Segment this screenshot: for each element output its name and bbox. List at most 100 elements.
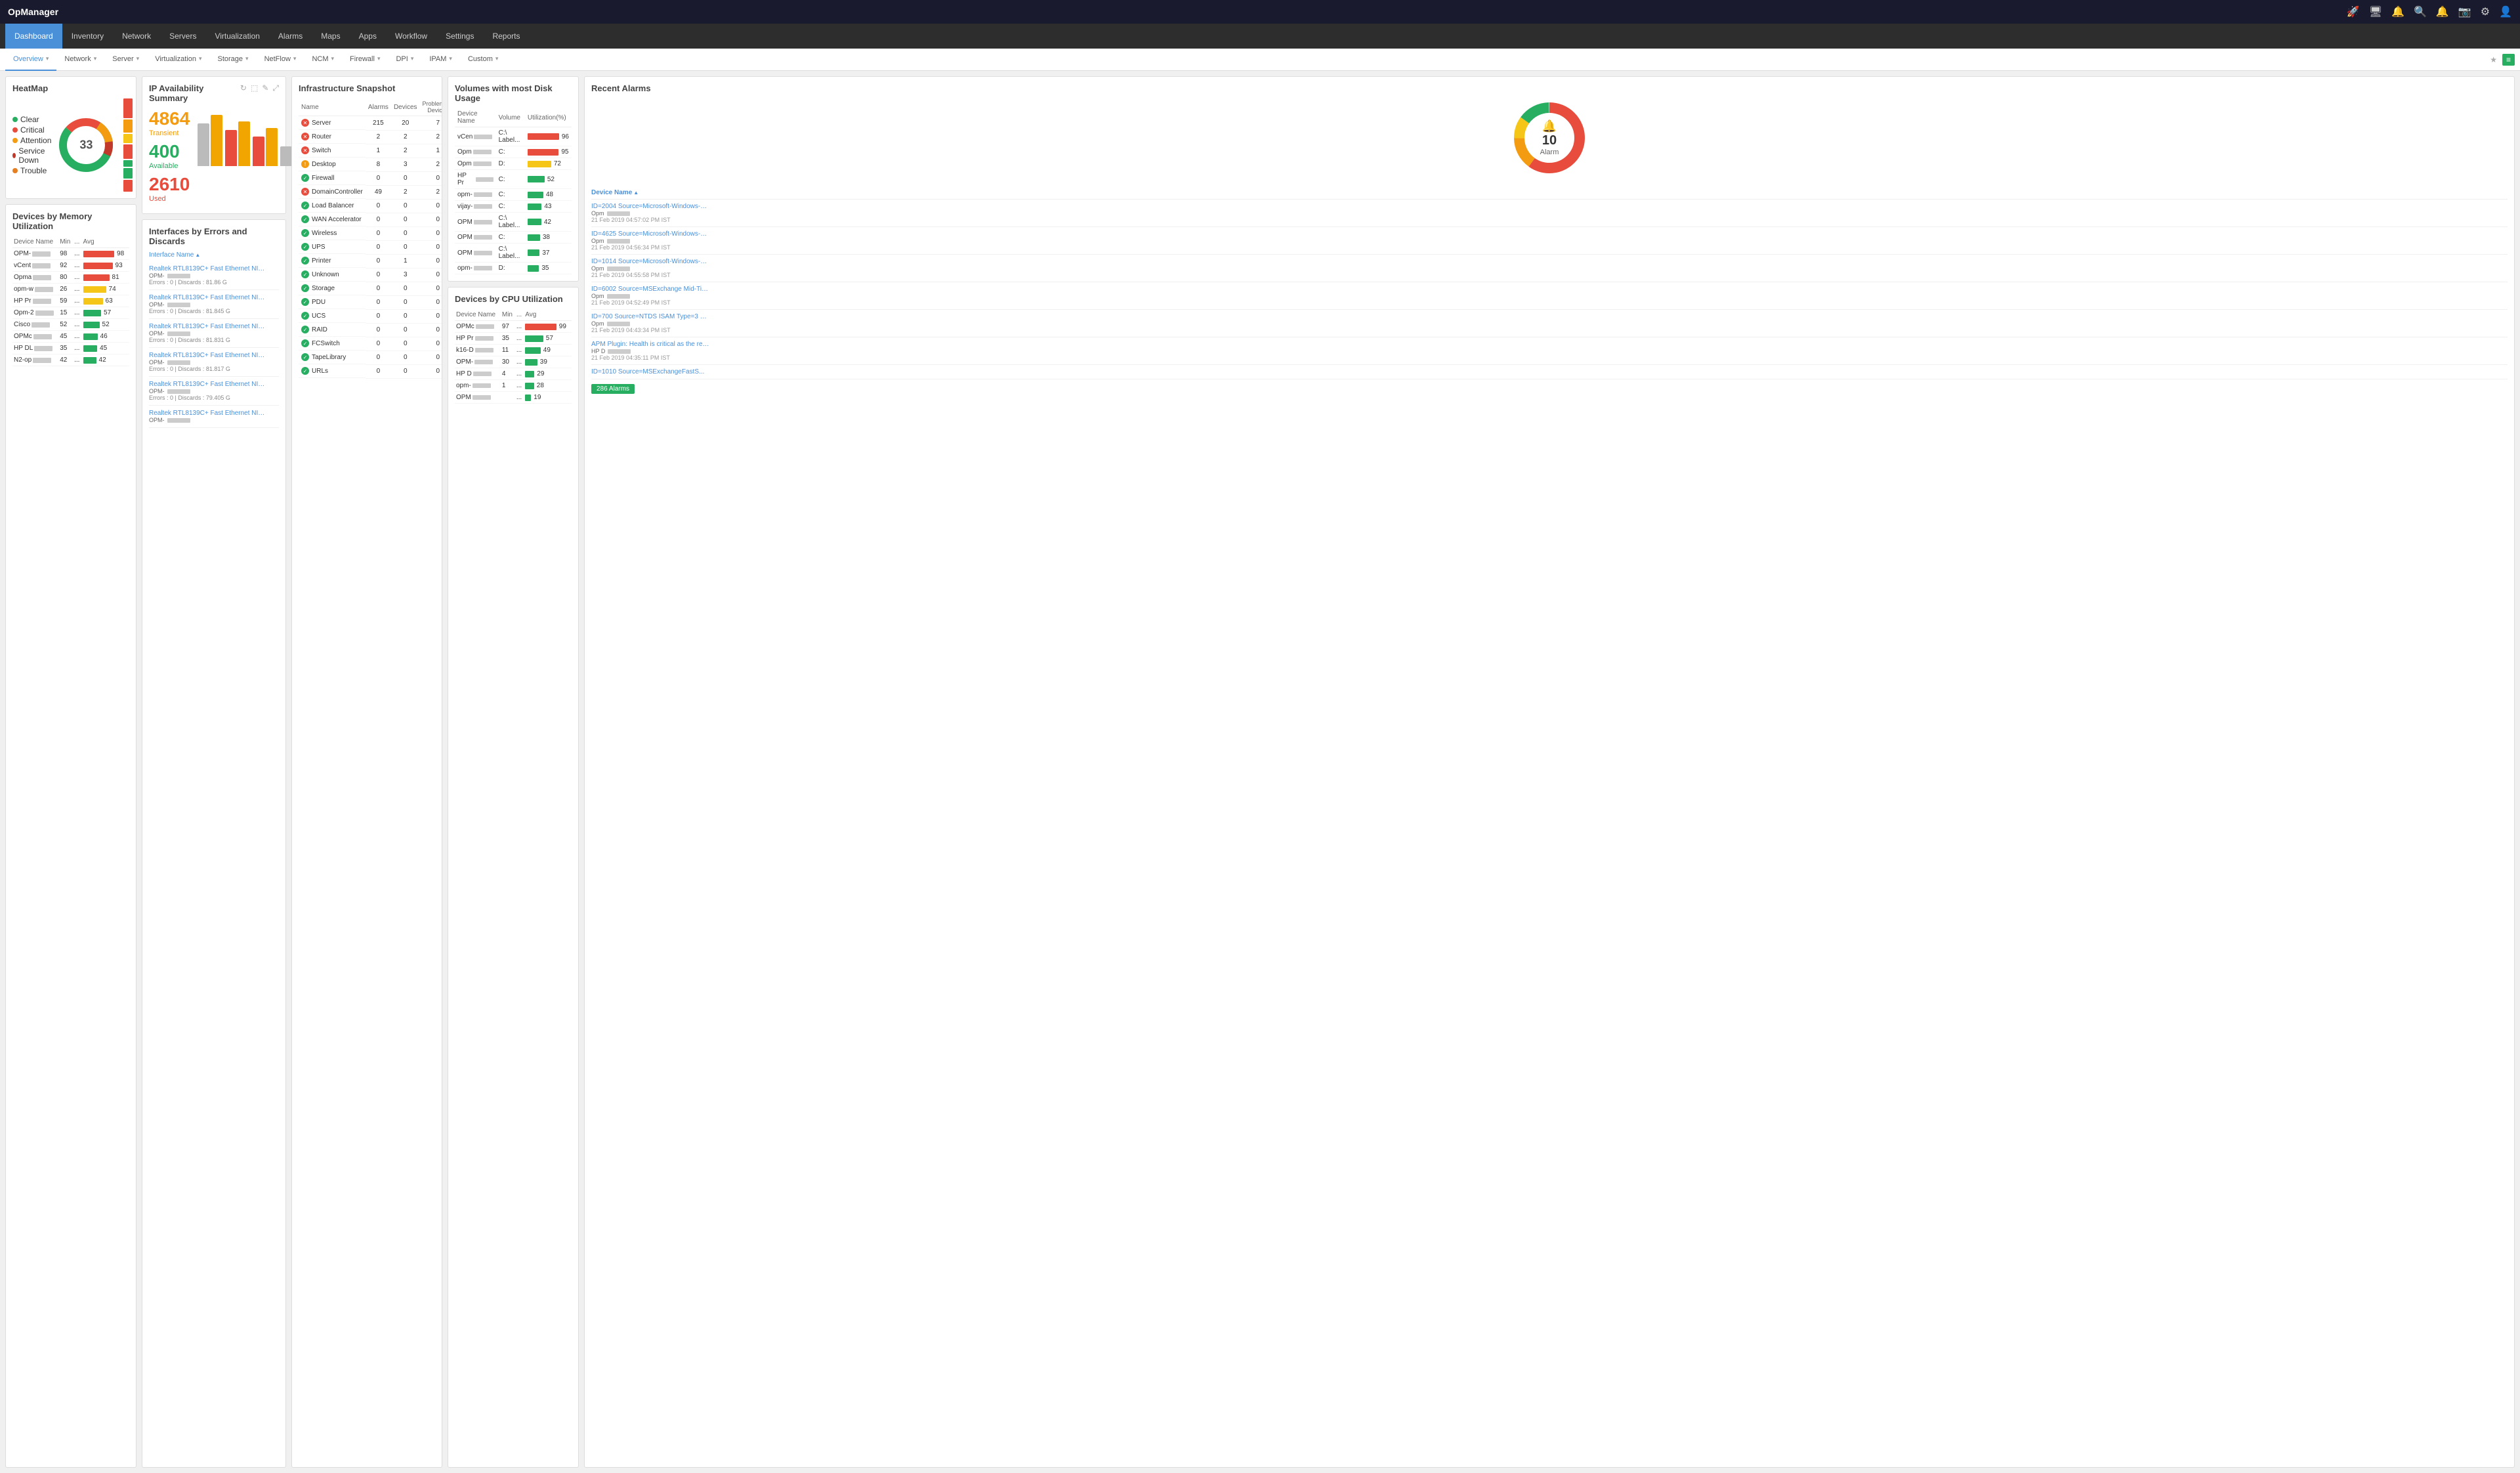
alarms-badge[interactable]: 286 Alarms — [591, 384, 635, 394]
infra-devices: 0 — [391, 337, 420, 351]
rocket-icon[interactable]: 🚀 — [2347, 5, 2360, 18]
gear-icon[interactable]: ⚙ — [2481, 5, 2490, 18]
interface-device-text: OPM- — [149, 417, 165, 423]
alarm-icon[interactable]: 🔔 — [2436, 5, 2449, 18]
alarm-title[interactable]: APM Plugin: Health is critical as the re… — [591, 341, 709, 348]
table-row: ✕ Server 215 20 7 — [299, 116, 442, 131]
infra-devices: 0 — [391, 171, 420, 185]
subnav-netflow[interactable]: NetFlow ▾ — [257, 49, 304, 71]
infra-name: URLs — [312, 368, 328, 375]
heatmap-legend: Clear Critical Attention Service Down — [12, 115, 51, 175]
infra-alarms: 0 — [366, 351, 391, 364]
ip-bar-group-2 — [225, 121, 250, 166]
subnav-overview[interactable]: Overview ▾ — [5, 49, 56, 71]
interface-name[interactable]: Realtek RTL8139C+ Fast Ethernet NIC #4-E… — [149, 410, 267, 417]
refresh-icon[interactable]: ↻ — [240, 83, 247, 93]
interface-name[interactable]: Realtek RTL8139C+ Fast Ethernet NIC #3-E… — [149, 381, 267, 388]
device-name-cell: opm-w — [12, 284, 58, 295]
blurred-vol-device — [473, 150, 492, 154]
nav-item-inventory[interactable]: Inventory — [62, 24, 113, 49]
util-bar — [528, 249, 540, 256]
copy-icon[interactable]: ⬚ — [251, 83, 258, 93]
user-icon[interactable]: 👤 — [2499, 5, 2512, 18]
avg-bar — [83, 310, 102, 316]
infra-name: UCS — [312, 312, 326, 320]
cpu-device-text: HP Pr — [456, 335, 474, 342]
alarm-title[interactable]: ID=6002 Source=MSExchange Mid-Tier Stora… — [591, 286, 709, 293]
subnav-ipam[interactable]: IPAM ▾ — [421, 49, 460, 71]
infra-name-cell: ✓ Unknown — [299, 268, 366, 282]
notification-icon[interactable]: 🔔 — [2391, 5, 2404, 18]
subnav-custom[interactable]: Custom ▾ — [460, 49, 506, 71]
infra-alarms: 0 — [366, 364, 391, 378]
status-icon: ✕ — [301, 133, 309, 140]
subnav-firewall[interactable]: Firewall ▾ — [342, 49, 388, 71]
blurred-vol-device — [474, 235, 492, 240]
subnav-server[interactable]: Server ▾ — [104, 49, 147, 71]
subnav-dpi[interactable]: DPI ▾ — [388, 49, 421, 71]
alarm-title[interactable]: ID=4625 Source=Microsoft-Windows-Securit… — [591, 230, 709, 238]
alarm-donut-container: 🔔 10 Alarm — [591, 98, 2508, 184]
nav-item-maps[interactable]: Maps — [312, 24, 349, 49]
heatmap-donut[interactable]: 33 — [56, 116, 116, 175]
subnav-virtualization[interactable]: Virtualization ▾ — [147, 49, 209, 71]
cpu-avg-bar — [525, 383, 534, 389]
fullscreen-icon[interactable]: ⤢ — [272, 83, 279, 93]
ip-bar — [198, 123, 209, 166]
nav-item-reports[interactable]: Reports — [483, 24, 529, 49]
interface-name[interactable]: Realtek RTL8139C+ Fast Ethernet NIC #3-W… — [149, 352, 267, 359]
search-icon[interactable]: 🔍 — [2414, 5, 2427, 18]
ip-available-stat: 400 Available — [149, 141, 190, 170]
interfaces-widget: Interfaces by Errors and Discards Interf… — [142, 219, 286, 1468]
camera-icon[interactable]: 📷 — [2458, 5, 2471, 18]
interface-name[interactable]: Realtek RTL8139C+ Fast Ethernet NIC #3-N… — [149, 265, 267, 272]
legend-trouble: Trouble — [12, 166, 51, 175]
nav-item-virtualization[interactable]: Virtualization — [205, 24, 268, 49]
status-icon: ✓ — [301, 229, 309, 237]
nav-item-dashboard[interactable]: Dashboard — [5, 24, 62, 49]
min-cell: 92 — [58, 260, 73, 272]
ip-transient-number: 4864 — [149, 108, 190, 129]
subnav-ncm[interactable]: NCM ▾ — [304, 49, 342, 71]
interface-item: Realtek RTL8139C+ Fast Ethernet NIC #3-N… — [149, 261, 279, 290]
subnav-network[interactable]: Network ▾ — [56, 49, 104, 71]
interface-name[interactable]: Realtek RTL8139C+ Fast Ethernet NIC #3-W… — [149, 323, 267, 330]
star-icon[interactable]: ★ — [2490, 55, 2497, 64]
vol-device-text: vCen — [457, 133, 472, 140]
min-cell: 98 — [58, 248, 73, 260]
nav-item-workflow[interactable]: Workflow — [386, 24, 436, 49]
infra-name: Unknown — [312, 271, 339, 278]
status-icon: ✓ — [301, 257, 309, 265]
vol-util-cell: 37 — [525, 244, 572, 263]
blurred-vol-device — [474, 135, 492, 139]
subnav-storage[interactable]: Storage ▾ — [210, 49, 257, 71]
avg-cell: 57 — [82, 307, 129, 319]
vol-device-cell: opm- — [455, 189, 496, 201]
alarm-title[interactable]: ID=1014 Source=Microsoft-Windows-DNS-Cli… — [591, 258, 709, 265]
nav-item-alarms[interactable]: Alarms — [269, 24, 312, 49]
vol-volume-cell: C: — [496, 201, 525, 213]
nav-item-servers[interactable]: Servers — [160, 24, 205, 49]
status-icon: ✓ — [301, 367, 309, 375]
nav-item-apps[interactable]: Apps — [350, 24, 386, 49]
alarm-title[interactable]: ID=700 Source=NTDS ISAM Type=3 Message=N… — [591, 313, 709, 320]
alarm-title[interactable]: ID=2004 Source=Microsoft-Windows-Resourc… — [591, 203, 709, 210]
mem-col-avg: Avg — [82, 236, 129, 248]
alarm-title[interactable]: ID=1010 Source=MSExchangeFastS... — [591, 368, 709, 375]
infra-name-cell: ✓ URLs — [299, 364, 366, 378]
alarm-device-row: Opm — [591, 293, 2508, 299]
menu-icon[interactable]: ≡ — [2502, 54, 2515, 66]
device-name-text: opm-w — [14, 286, 33, 293]
heatmap-center-number: 33 — [79, 139, 93, 152]
table-row: ✓ Printer 0 1 0 — [299, 254, 442, 268]
mem-col-min: Min — [58, 236, 73, 248]
monitor-icon[interactable]: 🖥 — [2369, 5, 2382, 18]
chevron-down-icon: ▾ — [377, 55, 381, 62]
nav-item-network[interactable]: Network — [113, 24, 160, 49]
badge-number: 286 — [597, 385, 608, 393]
cpu-avg-cell: 28 — [524, 380, 572, 392]
nav-item-settings[interactable]: Settings — [436, 24, 483, 49]
edit-icon[interactable]: ✎ — [262, 83, 268, 93]
ip-bar — [238, 121, 250, 166]
interface-name[interactable]: Realtek RTL8139C+ Fast Ethernet NIC #3-N… — [149, 294, 267, 301]
